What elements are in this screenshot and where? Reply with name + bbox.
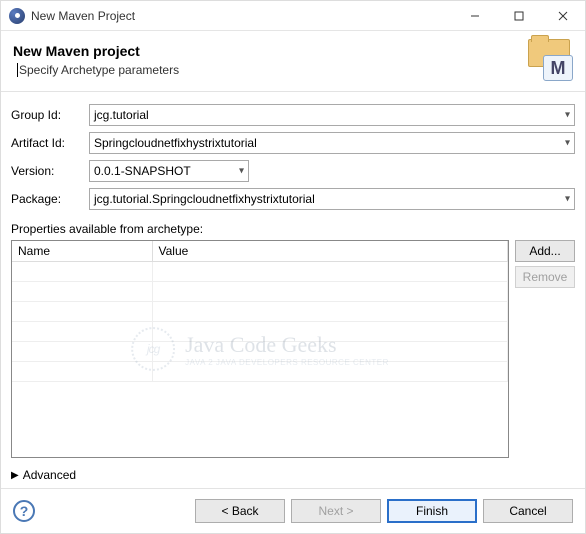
- artifact-id-input[interactable]: Springcloudnetfixhystrixtutorial ▾: [89, 132, 575, 154]
- eclipse-app-icon: [9, 8, 25, 24]
- next-button: Next >: [291, 499, 381, 523]
- cancel-button[interactable]: Cancel: [483, 499, 573, 523]
- chevron-down-icon: ▾: [565, 110, 570, 121]
- maximize-button[interactable]: [497, 1, 541, 31]
- close-button[interactable]: [541, 1, 585, 31]
- chevron-down-icon: ▾: [239, 166, 244, 177]
- table-row[interactable]: [12, 302, 508, 322]
- wizard-header: New Maven project Specify Archetype para…: [1, 31, 585, 92]
- package-label: Package:: [11, 192, 83, 206]
- version-label: Version:: [11, 164, 83, 178]
- wizard-content: Group Id: jcg.tutorial ▾ Artifact Id: Sp…: [1, 92, 585, 488]
- title-bar: New Maven Project: [1, 1, 585, 31]
- version-input[interactable]: 0.0.1-SNAPSHOT ▾: [89, 160, 249, 182]
- table-row[interactable]: [12, 282, 508, 302]
- wizard-title: New Maven project: [13, 43, 525, 59]
- group-id-input[interactable]: jcg.tutorial ▾: [89, 104, 575, 126]
- wizard-subtitle: Specify Archetype parameters: [13, 63, 525, 78]
- minimize-button[interactable]: [453, 1, 497, 31]
- maven-project-icon: M: [525, 39, 573, 81]
- remove-property-button: Remove: [515, 266, 575, 288]
- chevron-down-icon: ▾: [565, 194, 570, 205]
- finish-button[interactable]: Finish: [387, 499, 477, 523]
- chevron-down-icon: ▾: [565, 138, 570, 149]
- group-id-label: Group Id:: [11, 108, 83, 122]
- advanced-expander[interactable]: ▶ Advanced: [11, 468, 575, 482]
- expand-icon: ▶: [11, 470, 19, 481]
- table-row[interactable]: [12, 342, 508, 362]
- add-property-button[interactable]: Add...: [515, 240, 575, 262]
- artifact-id-label: Artifact Id:: [11, 136, 83, 150]
- table-row[interactable]: [12, 362, 508, 382]
- table-row[interactable]: [12, 322, 508, 342]
- properties-table[interactable]: Name Value jcg Java Code Geeks JA: [11, 240, 509, 458]
- properties-section-label: Properties available from archetype:: [11, 222, 575, 236]
- advanced-label: Advanced: [23, 468, 76, 482]
- wizard-footer: ? < Back Next > Finish Cancel: [1, 488, 585, 533]
- package-input[interactable]: jcg.tutorial.Springcloudnetfixhystrixtut…: [89, 188, 575, 210]
- window-title: New Maven Project: [31, 9, 135, 23]
- help-button[interactable]: ?: [13, 500, 35, 522]
- table-row[interactable]: [12, 262, 508, 282]
- back-button[interactable]: < Back: [195, 499, 285, 523]
- column-header-name[interactable]: Name: [12, 241, 152, 262]
- column-header-value[interactable]: Value: [152, 241, 508, 262]
